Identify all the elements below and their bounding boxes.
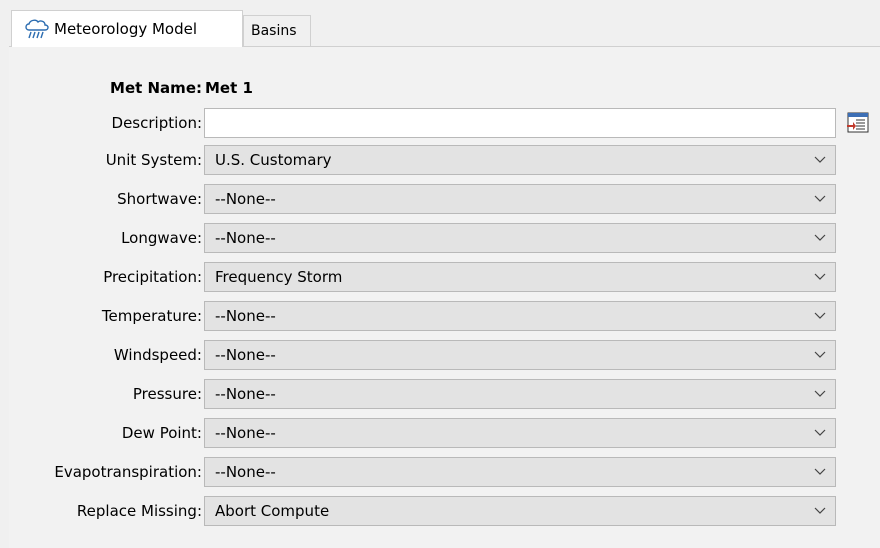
- unit-system-row: Unit System: U.S. Customary: [0, 145, 880, 175]
- pressure-row: Pressure: --None--: [0, 379, 880, 409]
- shortwave-label: Shortwave:: [117, 190, 202, 208]
- shortwave-value: --None--: [215, 190, 276, 208]
- description-editor-icon: [844, 112, 872, 140]
- chevron-down-icon: [805, 458, 835, 486]
- tab-label: Meteorology Model: [54, 20, 198, 38]
- tab-basins[interactable]: Basins: [243, 15, 311, 46]
- chevron-down-icon: [805, 224, 835, 252]
- chevron-down-icon: [805, 302, 835, 330]
- windspeed-value: --None--: [215, 346, 276, 364]
- chevron-down-icon: [805, 146, 835, 174]
- precipitation-value: Frequency Storm: [215, 268, 343, 286]
- evapotranspiration-select[interactable]: --None--: [204, 457, 836, 487]
- pressure-label: Pressure:: [132, 385, 202, 403]
- chevron-down-icon: [805, 341, 835, 369]
- met-name-value: Met 1: [205, 79, 253, 97]
- pressure-value: --None--: [215, 385, 276, 403]
- chevron-down-icon: [805, 380, 835, 408]
- temperature-value: --None--: [215, 307, 276, 325]
- unit-system-value: U.S. Customary: [215, 151, 332, 169]
- chevron-down-icon: [805, 185, 835, 213]
- longwave-row: Longwave: --None--: [0, 223, 880, 253]
- precipitation-label: Precipitation:: [103, 268, 202, 286]
- temperature-select[interactable]: --None--: [204, 301, 836, 331]
- unit-system-label: Unit System:: [105, 151, 202, 169]
- dew-point-label: Dew Point:: [121, 424, 202, 442]
- dew-point-select[interactable]: --None--: [204, 418, 836, 448]
- tab-label: Basins: [251, 23, 297, 39]
- chevron-down-icon: [805, 263, 835, 291]
- pressure-select[interactable]: --None--: [204, 379, 836, 409]
- evapotranspiration-row: Evapotranspiration: --None--: [0, 457, 880, 487]
- met-name-label: Met Name:: [110, 79, 202, 97]
- tab-bar: Meteorology Model Basins: [0, 0, 880, 47]
- description-row: Description:: [0, 108, 880, 138]
- temperature-row: Temperature: --None--: [0, 301, 880, 331]
- replace-missing-row: Replace Missing: Abort Compute: [0, 496, 880, 526]
- longwave-label: Longwave:: [121, 229, 202, 247]
- windspeed-row: Windspeed: --None--: [0, 340, 880, 370]
- precipitation-row: Precipitation: Frequency Storm: [0, 262, 880, 292]
- windspeed-label: Windspeed:: [113, 346, 202, 364]
- temperature-label: Temperature:: [101, 307, 202, 325]
- chevron-down-icon: [805, 497, 835, 525]
- description-label: Description:: [111, 114, 202, 132]
- unit-system-select[interactable]: U.S. Customary: [204, 145, 836, 175]
- evapotranspiration-value: --None--: [215, 463, 276, 481]
- shortwave-select[interactable]: --None--: [204, 184, 836, 214]
- replace-missing-label: Replace Missing:: [76, 502, 202, 520]
- description-editor-button[interactable]: [844, 110, 872, 136]
- longwave-value: --None--: [215, 229, 276, 247]
- dew-point-row: Dew Point: --None--: [0, 418, 880, 448]
- precipitation-select[interactable]: Frequency Storm: [204, 262, 836, 292]
- shortwave-row: Shortwave: --None--: [0, 184, 880, 214]
- met-name-row: Met Name: Met 1: [0, 73, 880, 103]
- evapotranspiration-label: Evapotranspiration:: [54, 463, 202, 481]
- replace-missing-select[interactable]: Abort Compute: [204, 496, 836, 526]
- tab-meteorology-model[interactable]: Meteorology Model: [11, 10, 243, 47]
- chevron-down-icon: [805, 419, 835, 447]
- windspeed-select[interactable]: --None--: [204, 340, 836, 370]
- dew-point-value: --None--: [215, 424, 276, 442]
- replace-missing-value: Abort Compute: [215, 502, 330, 520]
- longwave-select[interactable]: --None--: [204, 223, 836, 253]
- description-input[interactable]: [204, 108, 836, 138]
- meteorology-icon: [24, 18, 50, 40]
